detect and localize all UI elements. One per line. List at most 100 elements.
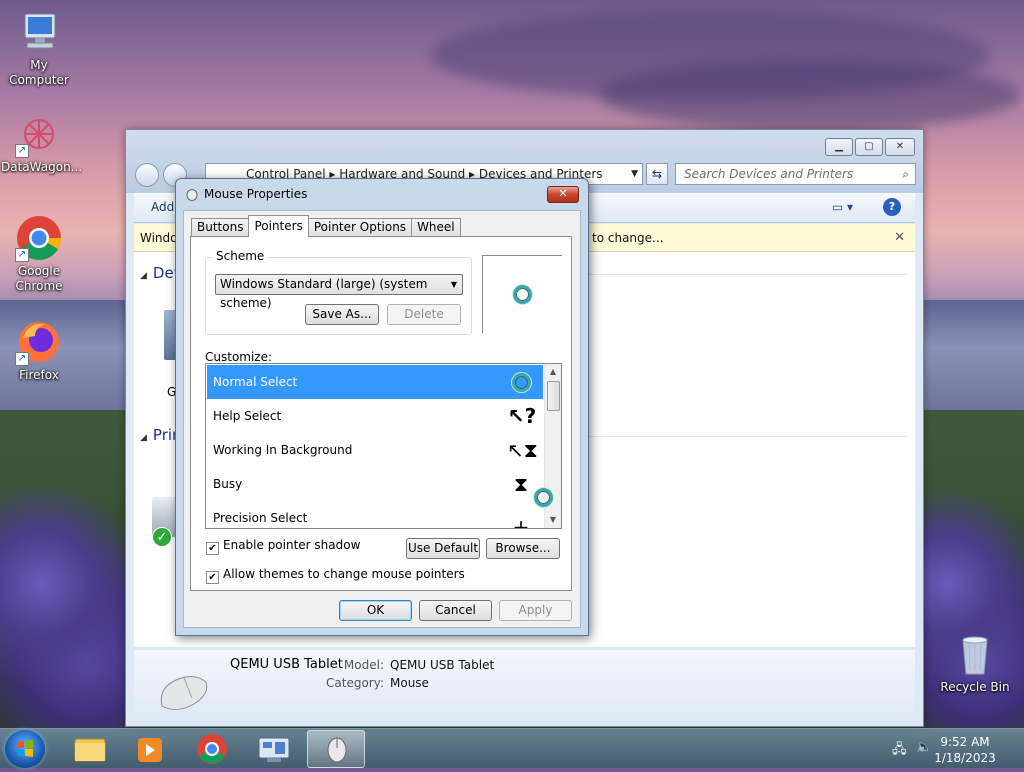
pointer-list[interactable]: Normal Select Help Select ↖? Working In … [205,363,562,529]
list-item-label: Busy [213,477,243,491]
desktop-icon-label: DataWagon... [1,160,83,174]
crosshair-cursor-icon: + [512,515,530,529]
enable-pointer-shadow-checkbox[interactable]: ✔ Enable pointer shadow [206,538,360,555]
allow-themes-checkbox[interactable]: ✔ Allow themes to change mouse pointers [206,567,465,584]
list-item[interactable]: Normal Select [207,365,543,399]
checkbox-label: Enable pointer shadow [223,538,361,552]
desktop-icon-datawagon[interactable]: ↗ DataWagon... [1,110,82,175]
taskbar-chrome[interactable] [183,730,241,768]
dialog-body: Buttons Pointers Pointer Options Wheel S… [183,210,581,628]
desktop-icon-firefox[interactable]: ↗ Firefox [1,318,77,383]
datawagon-icon: ↗ [15,110,63,158]
dialog-close-button[interactable]: ✕ [547,186,579,203]
clock-time: 9:52 AM [940,735,990,749]
refresh-button[interactable]: ⇆ [646,163,668,185]
list-item-label: Working In Background [213,443,353,457]
delete-button[interactable]: Delete [387,304,461,325]
taskbar-devices-and-printers[interactable] [245,730,303,768]
media-player-icon [138,738,162,762]
busy-ring-cursor-icon [513,285,532,304]
checkbox-checked-icon[interactable]: ✔ [206,571,219,584]
chrome-icon: ↗ [15,214,63,262]
chevron-down-icon[interactable]: ▼ [451,275,457,294]
window-controls: ▁ ▢ ✕ [825,138,915,156]
apply-button[interactable]: Apply [499,600,572,621]
wallpaper-flowers [0,488,140,728]
taskbar-mouse-properties[interactable] [307,730,365,768]
checkbox-checked-icon[interactable]: ✔ [206,542,219,555]
list-item-label: Normal Select [213,375,298,389]
search-input[interactable]: Search Devices and Printers ⌕ [675,163,916,185]
windows-logo-icon [17,740,33,757]
cancel-button[interactable]: Cancel [419,600,492,621]
collapse-triangle-icon[interactable]: ◢ [140,433,147,443]
scroll-up-icon[interactable]: ▲ [545,364,561,380]
pointer-preview [482,255,562,333]
browse-button[interactable]: Browse... [486,538,560,559]
desktop-icon-my-computer[interactable]: My Computer [1,8,77,88]
mouse-cursor-busy-icon [534,488,553,507]
help-icon[interactable]: ? [883,198,901,216]
busy-ring-cursor-icon [512,373,531,392]
shortcut-arrow-icon: ↗ [15,248,29,262]
clock[interactable]: 9:52 AM 1/18/2023 [930,734,1000,766]
default-check-icon: ✓ [152,527,172,547]
use-default-button[interactable]: Use Default [406,538,480,559]
list-item-label: Help Select [213,409,282,423]
scroll-thumb[interactable] [547,381,560,411]
working-cursor-icon: ↖⧗ [507,438,538,462]
close-button[interactable]: ✕ [885,138,915,156]
pointers-panel: Scheme Windows Standard (large) (system … [190,236,572,591]
list-item[interactable]: Precision Select + [207,501,543,529]
chevron-down-icon[interactable]: ▼ [631,164,638,184]
desktop-icon-label: Google Chrome [15,264,63,293]
shortcut-arrow-icon: ↗ [15,352,29,366]
close-icon[interactable]: ✕ [894,224,905,252]
category-value: Mouse [390,676,429,690]
desktop-icon-label: Recycle Bin [940,680,1010,694]
mouse-properties-dialog[interactable]: Mouse Properties ✕ Buttons Pointers Poin… [175,178,589,636]
list-item[interactable]: Help Select ↖? [207,399,543,433]
desktop-icon-label: Firefox [19,368,59,382]
devices-printers-icon [258,737,290,762]
back-button[interactable] [135,163,159,187]
model-label: Model: [343,658,384,672]
list-item[interactable]: Working In Background ↖⧗ [207,433,543,467]
ok-button[interactable]: OK [339,600,412,621]
search-placeholder: Search Devices and Printers [684,167,854,181]
recycle-bin-icon [951,630,999,678]
info-bar-text-right: to change... [592,231,664,245]
collapse-triangle-icon[interactable]: ◢ [140,271,147,281]
list-item[interactable]: Busy ⧗ [207,467,543,501]
mouse-icon [185,187,199,201]
add-device-button[interactable]: Add [151,200,174,214]
help-cursor-icon: ↖? [507,404,537,428]
category-label: Category: [326,676,384,690]
search-icon[interactable]: ⌕ [902,164,909,184]
scheme-legend: Scheme [213,249,268,263]
taskbar-explorer[interactable] [60,730,118,768]
customize-label: Customize: [205,350,273,364]
tab-buttons[interactable]: Buttons [191,218,250,237]
firefox-icon: ↗ [15,318,63,366]
tab-pointers[interactable]: Pointers [248,215,309,237]
mouse-device-icon [154,668,214,719]
taskbar-media-player[interactable] [122,730,180,768]
checkbox-label: Allow themes to change mouse pointers [223,567,465,581]
computer-icon [15,8,63,56]
tab-pointer-options[interactable]: Pointer Options [307,218,413,237]
dialog-title: Mouse Properties [204,187,308,201]
network-icon[interactable]: 🖧 [892,740,907,762]
mouse-icon [327,737,347,763]
scheme-select[interactable]: Windows Standard (large) (system scheme)… [215,274,463,310]
info-bar-text-left: Windo [140,231,178,245]
save-as-button[interactable]: Save As... [305,304,379,325]
desktop-icon-recycle-bin[interactable]: Recycle Bin [937,630,1013,695]
tab-wheel[interactable]: Wheel [411,218,461,237]
maximize-button[interactable]: ▢ [855,138,883,156]
desktop-icon-google-chrome[interactable]: ↗ Google Chrome [1,214,77,294]
minimize-button[interactable]: ▁ [825,138,853,156]
scroll-down-icon[interactable]: ▼ [545,512,561,528]
start-button[interactable] [5,730,45,768]
view-options-icon[interactable]: ▭ ▾ [832,200,853,214]
